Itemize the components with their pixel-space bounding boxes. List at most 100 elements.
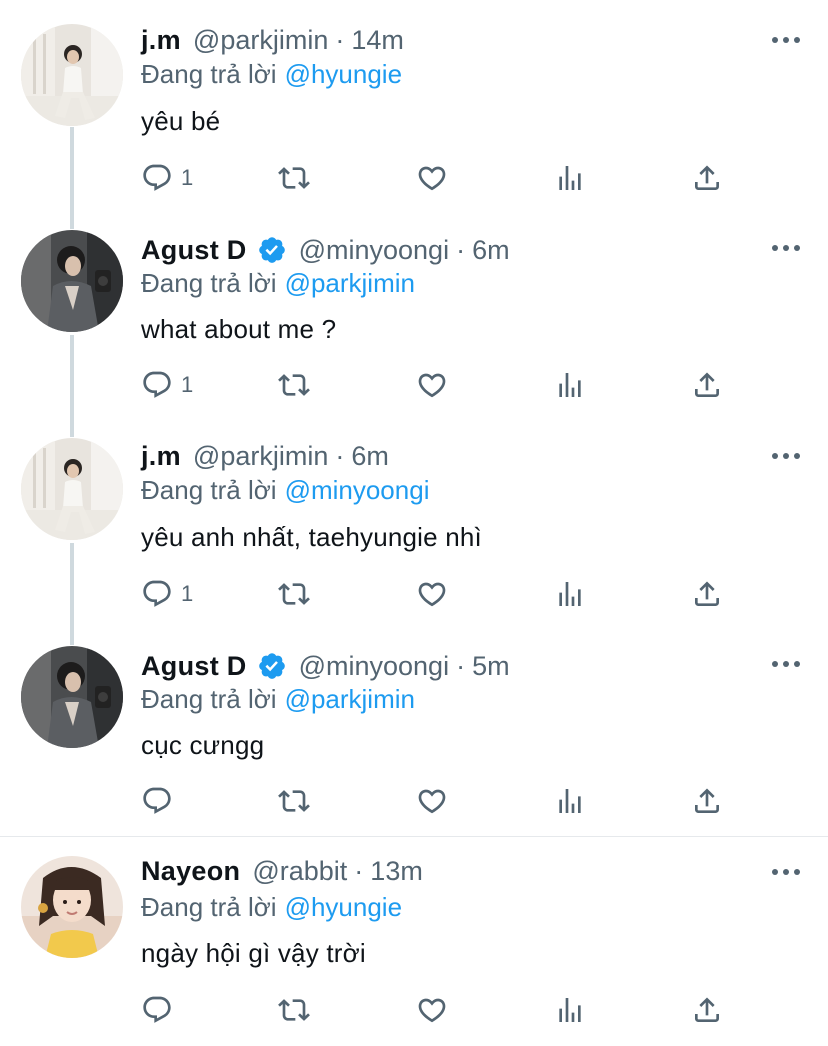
share-button[interactable] [691, 992, 723, 1028]
mention-link[interactable]: @minyoongi [285, 475, 430, 506]
tweet-text: cục cưngg [141, 729, 265, 760]
replying-label: Đang trả lời [141, 267, 277, 298]
heart-icon [418, 582, 446, 607]
retweet-button[interactable] [278, 367, 310, 403]
reply-button[interactable]: 1 [141, 367, 193, 403]
display-name[interactable]: j.m [141, 441, 181, 472]
divider [0, 836, 828, 837]
timestamp[interactable]: 13m [370, 856, 423, 887]
replying-to: Đang trả lời @hyungie [141, 56, 402, 92]
reply-icon [143, 164, 171, 191]
replying-to: Đang trả lời @parkjimin [141, 265, 415, 301]
avatar[interactable] [21, 230, 123, 332]
like-button[interactable] [416, 783, 448, 819]
tweet-header: Agust D @minyoongi · 6m [141, 230, 510, 270]
timestamp[interactable]: 6m [351, 441, 389, 472]
views-button[interactable] [554, 576, 586, 612]
handle[interactable]: @minyoongi [299, 235, 449, 266]
handle[interactable]: @parkjimin [193, 441, 328, 472]
reply-count: 1 [181, 165, 194, 190]
reply-button[interactable] [141, 992, 181, 1028]
mention-link[interactable]: @parkjimin [285, 684, 415, 715]
reply-button[interactable] [141, 783, 181, 819]
more-icon[interactable] [771, 450, 801, 462]
handle[interactable]: @rabbit [252, 856, 347, 887]
action-bar [0, 992, 828, 1032]
avatar[interactable] [21, 438, 123, 540]
replying-label: Đang trả lời [141, 891, 277, 922]
tweet-text: what about me ? [141, 313, 337, 344]
share-button[interactable] [691, 367, 723, 403]
retweet-button[interactable] [278, 783, 310, 819]
separator-dot: · [456, 650, 466, 681]
timestamp[interactable]: 5m [472, 651, 510, 682]
more-icon[interactable] [771, 866, 801, 878]
retweet-icon [278, 999, 310, 1021]
replying-label: Đang trả lời [141, 683, 277, 714]
avatar[interactable] [21, 24, 123, 126]
jimin-photo [21, 24, 123, 126]
display-name[interactable]: Agust D [141, 651, 247, 682]
replying-to: Đang trả lời @parkjimin [141, 681, 415, 717]
reply-button[interactable]: 1 [141, 576, 193, 612]
retweet-button[interactable] [278, 992, 310, 1028]
views-button[interactable] [554, 367, 586, 403]
separator-dot: · [354, 855, 364, 886]
like-button[interactable] [416, 992, 448, 1028]
like-button[interactable] [416, 160, 448, 196]
avatar[interactable] [21, 646, 123, 748]
nayeon-photo [21, 856, 123, 958]
reply-button[interactable]: 1 [141, 160, 193, 196]
display-name[interactable]: Agust D [141, 235, 247, 266]
more-icon[interactable] [771, 34, 801, 46]
like-button[interactable] [416, 576, 448, 612]
handle[interactable]: @parkjimin [193, 25, 328, 56]
tweet-header: Agust D @minyoongi · 5m [141, 646, 510, 686]
replying-to: Đang trả lời @minyoongi [141, 472, 429, 508]
mention-link[interactable]: @hyungie [285, 59, 402, 90]
tweet-header: j.m @parkjimin · 6m [141, 436, 389, 476]
share-icon [695, 581, 719, 606]
jimin-photo [21, 438, 123, 540]
views-icon [559, 582, 581, 606]
share-icon [695, 372, 719, 397]
share-button[interactable] [691, 160, 723, 196]
retweet-icon [278, 583, 310, 605]
views-icon [559, 166, 581, 190]
mention-link[interactable]: @parkjimin [285, 268, 415, 299]
display-name[interactable]: j.m [141, 25, 181, 56]
views-icon [559, 789, 581, 813]
views-button[interactable] [554, 992, 586, 1028]
reply-icon [143, 371, 171, 398]
views-icon [559, 998, 581, 1022]
views-button[interactable] [554, 783, 586, 819]
retweet-button[interactable] [278, 576, 310, 612]
tweet-header: Nayeon @rabbit · 13m [141, 851, 423, 891]
mention-link[interactable]: @hyungie [285, 892, 402, 923]
views-button[interactable] [554, 160, 586, 196]
share-icon [695, 165, 719, 190]
share-button[interactable] [691, 576, 723, 612]
replying-label: Đang trả lời [141, 58, 277, 89]
views-icon [559, 373, 581, 397]
display-name[interactable]: Nayeon [141, 856, 240, 887]
heart-icon [418, 373, 446, 398]
reply-icon [143, 580, 171, 607]
retweet-icon [278, 167, 310, 189]
heart-icon [418, 789, 446, 814]
tweet-header: j.m @parkjimin · 14m [141, 20, 404, 60]
timestamp[interactable]: 14m [351, 25, 404, 56]
retweet-icon [278, 374, 310, 396]
action-bar [0, 783, 828, 823]
more-icon[interactable] [771, 658, 801, 670]
reply-count: 1 [181, 581, 194, 606]
share-button[interactable] [691, 783, 723, 819]
retweet-button[interactable] [278, 160, 310, 196]
action-bar: 1 [0, 576, 828, 616]
like-button[interactable] [416, 367, 448, 403]
timestamp[interactable]: 6m [472, 235, 510, 266]
more-icon[interactable] [771, 242, 801, 254]
tweet-text: yêu anh nhất, taehyungie nhì [141, 521, 482, 552]
avatar[interactable] [21, 856, 123, 958]
handle[interactable]: @minyoongi [299, 651, 449, 682]
